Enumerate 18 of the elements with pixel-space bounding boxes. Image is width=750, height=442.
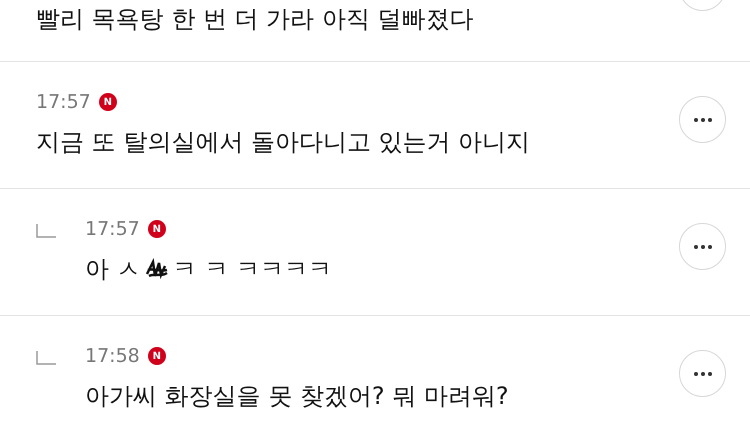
scribble-drawing: [144, 258, 169, 280]
new-badge: N: [148, 220, 166, 238]
more-icon: [694, 118, 712, 122]
comment-text: 아 ㅅ: [85, 254, 141, 285]
comment-text: 아가씨 화장실을 못 찾겠어? 뭐 마려워?: [85, 381, 510, 412]
more-button[interactable]: [679, 96, 726, 143]
new-badge: N: [98, 93, 117, 111]
more-button[interactable]: [679, 350, 726, 397]
comment-text: ㅋ ㅋ ㅋㅋㅋㅋ: [172, 254, 332, 285]
comment-text: 지금 또 탈의실에서 돌아다니고 있는거 아니지: [36, 127, 532, 158]
more-icon: [694, 372, 712, 376]
comment-text: 빨리 목욕탕 한 번 더 가라 아직 덜빠졌다: [36, 4, 474, 35]
more-icon: [694, 244, 712, 248]
comment-time: 17:58: [85, 344, 140, 368]
new-badge: N: [148, 347, 166, 365]
comment-time: 17:57: [85, 217, 140, 241]
comment-time: 17:57: [36, 90, 91, 114]
more-button[interactable]: [679, 223, 726, 270]
